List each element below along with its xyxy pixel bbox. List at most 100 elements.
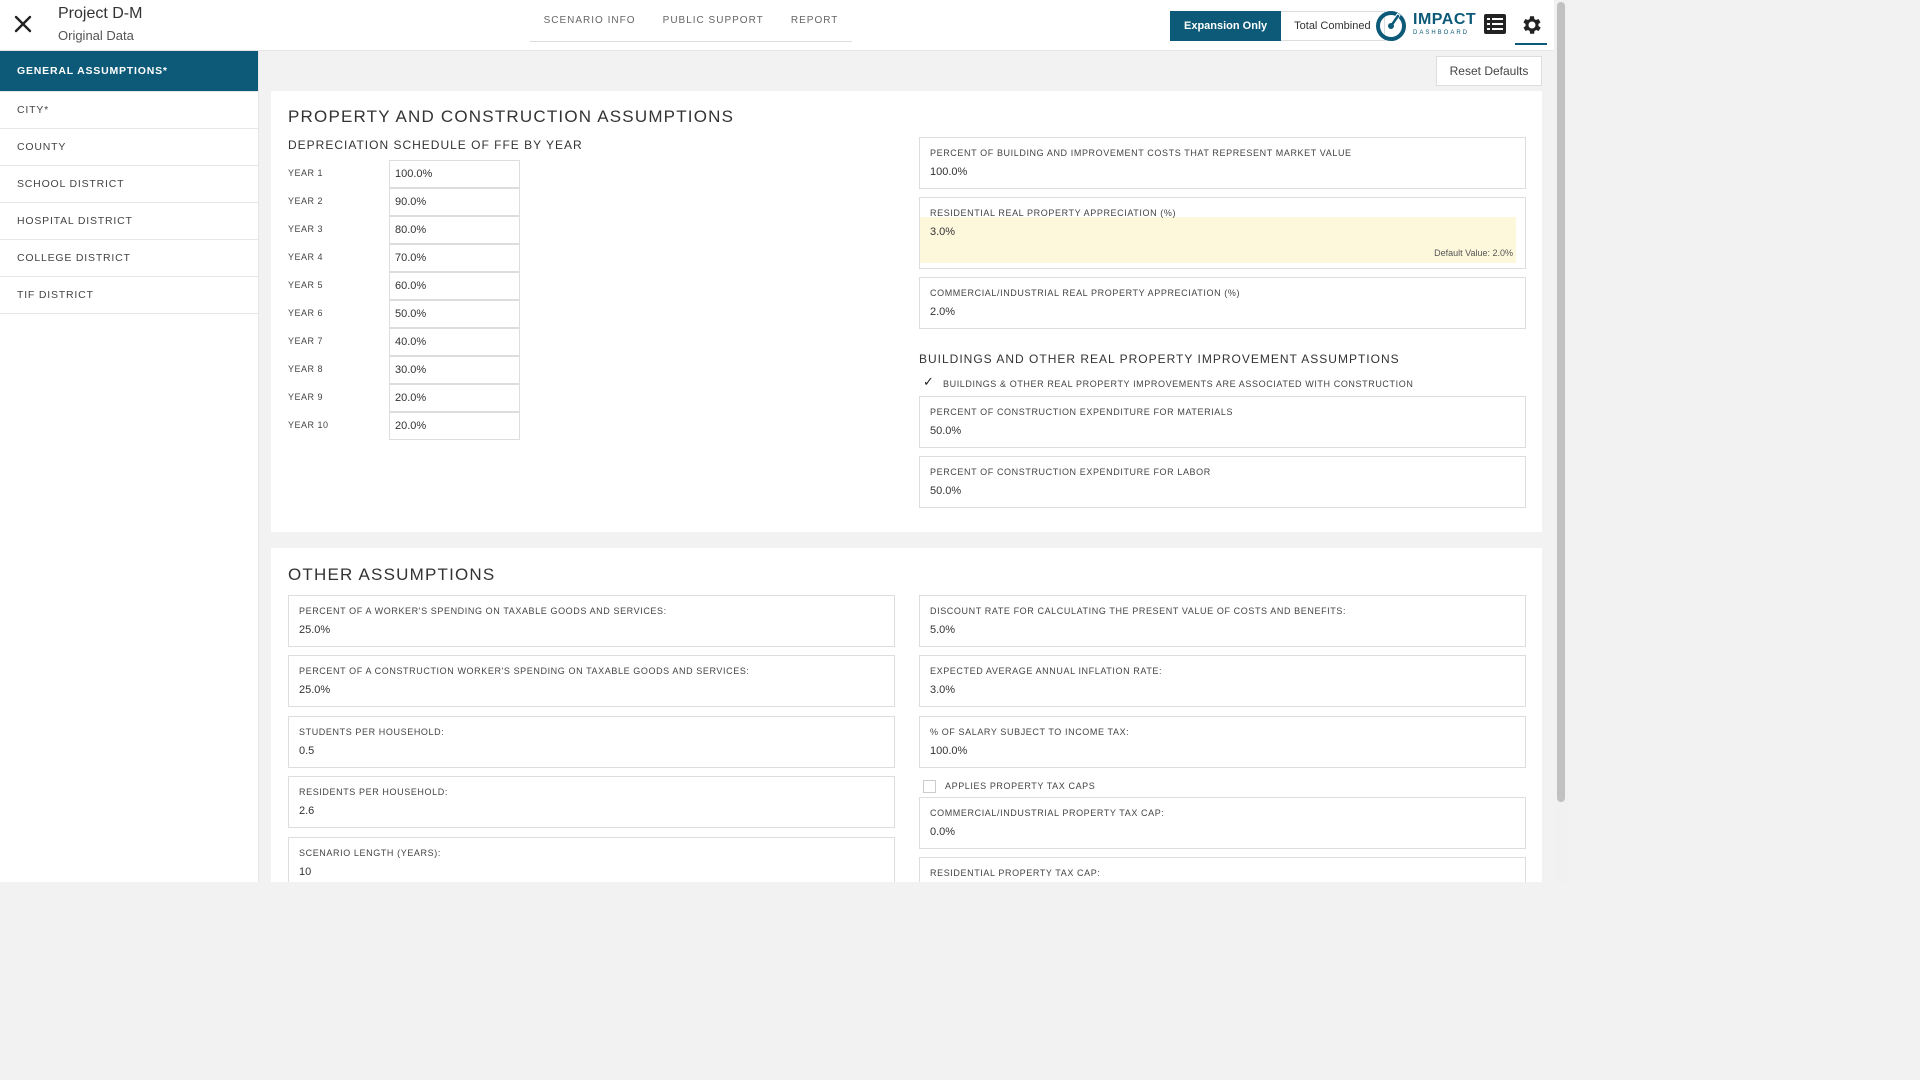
view-toggle: Expansion Only Total Combined (1170, 11, 1385, 41)
project-title: Project D-M (58, 5, 143, 22)
year-4-input[interactable]: 70.0% (389, 244, 520, 272)
market-value-field[interactable]: PERCENT OF BUILDING AND IMPROVEMENT COST… (919, 137, 1526, 189)
commercial-appreciation-field[interactable]: COMMERCIAL/INDUSTRIAL REAL PROPERTY APPR… (919, 277, 1526, 329)
field-value[interactable]: 100.0% (930, 166, 967, 178)
field-value[interactable]: 10 (299, 866, 311, 878)
sidebar-item-county[interactable]: COUNTY (0, 129, 258, 166)
year-5-label: YEAR 5 (288, 280, 324, 290)
scrollbar-thumb[interactable] (1557, 2, 1565, 802)
year-2-input[interactable]: 90.0% (389, 188, 520, 216)
tax-caps-checkbox-row[interactable]: APPLIES PROPERTY TAX CAPS (923, 780, 1095, 793)
year-10-label: YEAR 10 (288, 420, 329, 430)
impact-dashboard-logo: IMPACT DASHBOARD (1375, 9, 1477, 43)
unchecked-checkbox[interactable] (923, 780, 936, 793)
year-3-label: YEAR 3 (288, 224, 324, 234)
buildings-title: BUILDINGS AND OTHER REAL PROPERTY IMPROV… (919, 352, 1400, 366)
other-section-title: OTHER ASSUMPTIONS (288, 565, 496, 584)
sidebar-item-city[interactable]: CITY* (0, 92, 258, 129)
buildings-checkbox-row[interactable]: ✓ BUILDINGS & OTHER REAL PROPERTY IMPROVE… (923, 374, 1414, 390)
settings-active-indicator (1515, 43, 1547, 45)
residential-appreciation-field[interactable]: RESIDENTIAL REAL PROPERTY APPRECIATION (… (919, 197, 1526, 269)
field-label: RESIDENTIAL REAL PROPERTY APPRECIATION (… (930, 208, 1177, 218)
logo-subtext: DASHBOARD (1413, 30, 1470, 36)
field-value[interactable]: 50.0% (930, 485, 961, 497)
year-8-input[interactable]: 30.0% (389, 356, 520, 384)
sidebar-item-college-district[interactable]: COLLEGE DISTRICT (0, 240, 258, 277)
property-section-title: PROPERTY AND CONSTRUCTION ASSUMPTIONS (288, 107, 735, 126)
year-9-label: YEAR 9 (288, 392, 324, 402)
year-1-label: YEAR 1 (288, 168, 324, 178)
construction-worker-spending-field[interactable]: PERCENT OF A CONSTRUCTION WORKER'S SPEND… (288, 655, 895, 707)
list-icon[interactable] (1484, 14, 1506, 34)
field-value[interactable]: 50.0% (930, 425, 961, 437)
nav-scenario-info[interactable]: SCENARIO INFO (544, 15, 636, 26)
changed-value-highlight (920, 217, 1516, 263)
year-2-label: YEAR 2 (288, 196, 324, 206)
year-5-input[interactable]: 60.0% (389, 272, 520, 300)
year-8-label: YEAR 8 (288, 364, 324, 374)
worker-spending-field[interactable]: PERCENT OF A WORKER'S SPENDING ON TAXABL… (288, 595, 895, 647)
field-label: EXPECTED AVERAGE ANNUAL INFLATION RATE: (930, 666, 1163, 676)
field-label: COMMERCIAL/INDUSTRIAL REAL PROPERTY APPR… (930, 288, 1241, 298)
field-value[interactable]: 3.0% (930, 226, 955, 238)
gear-icon[interactable] (1519, 13, 1543, 37)
field-label: PERCENT OF CONSTRUCTION EXPENDITURE FOR … (930, 407, 1234, 417)
field-value[interactable]: 0.0% (930, 826, 955, 838)
year-9-input[interactable]: 20.0% (389, 384, 520, 412)
depreciation-title: DEPRECIATION SCHEDULE OF FFE BY YEAR (288, 138, 583, 152)
default-value-note: Default Value: 2.0% (1434, 248, 1513, 258)
year-10-input[interactable]: 20.0% (389, 412, 520, 440)
check-icon: ✓ (923, 374, 935, 390)
field-label: RESIDENTS PER HOUSEHOLD: (299, 787, 448, 797)
field-value[interactable]: 5.0% (930, 624, 955, 636)
sidebar: GENERAL ASSUMPTIONS* CITY* COUNTY SCHOOL… (0, 51, 259, 882)
residential-tax-cap-field[interactable]: RESIDENTIAL PROPERTY TAX CAP: (919, 857, 1526, 882)
year-6-label: YEAR 6 (288, 308, 324, 318)
year-6-input[interactable]: 50.0% (389, 300, 520, 328)
year-1-input[interactable]: 100.0% (389, 160, 520, 188)
field-value[interactable]: 3.0% (930, 684, 955, 696)
field-label: COMMERCIAL/INDUSTRIAL PROPERTY TAX CAP: (930, 808, 1165, 818)
residents-per-household-field[interactable]: RESIDENTS PER HOUSEHOLD: 2.6 (288, 776, 895, 828)
total-combined-button[interactable]: Total Combined (1281, 11, 1385, 41)
field-value[interactable]: 100.0% (930, 745, 967, 757)
sidebar-item-tif-district[interactable]: TIF DISTRICT (0, 277, 258, 314)
inflation-rate-field[interactable]: EXPECTED AVERAGE ANNUAL INFLATION RATE: … (919, 655, 1526, 707)
field-value[interactable]: 0.5 (299, 745, 314, 757)
field-value[interactable]: 25.0% (299, 624, 330, 636)
nav-public-support[interactable]: PUBLIC SUPPORT (663, 15, 764, 26)
scrollbar[interactable] (1554, 0, 1568, 882)
year-7-label: YEAR 7 (288, 336, 324, 346)
reset-defaults-button[interactable]: Reset Defaults (1436, 56, 1542, 86)
sidebar-item-hospital-district[interactable]: HOSPITAL DISTRICT (0, 203, 258, 240)
field-value[interactable]: 2.0% (930, 306, 955, 318)
expansion-only-button[interactable]: Expansion Only (1170, 11, 1282, 41)
materials-field[interactable]: PERCENT OF CONSTRUCTION EXPENDITURE FOR … (919, 396, 1526, 448)
year-3-input[interactable]: 80.0% (389, 216, 520, 244)
discount-rate-field[interactable]: DISCOUNT RATE FOR CALCULATING THE PRESEN… (919, 595, 1526, 647)
field-label: STUDENTS PER HOUSEHOLD: (299, 727, 445, 737)
top-header: Project D-M Original Data SCENARIO INFO … (0, 0, 1554, 51)
scenario-length-field[interactable]: SCENARIO LENGTH (YEARS): 10 (288, 837, 895, 882)
top-nav: SCENARIO INFO PUBLIC SUPPORT REPORT (530, 0, 852, 42)
nav-report[interactable]: REPORT (791, 15, 839, 26)
field-label: PERCENT OF A CONSTRUCTION WORKER'S SPEND… (299, 666, 750, 676)
salary-income-tax-field[interactable]: % OF SALARY SUBJECT TO INCOME TAX: 100.0… (919, 716, 1526, 768)
sidebar-item-general-assumptions[interactable]: GENERAL ASSUMPTIONS* (0, 51, 258, 92)
sidebar-item-school-district[interactable]: SCHOOL DISTRICT (0, 166, 258, 203)
labor-field[interactable]: PERCENT OF CONSTRUCTION EXPENDITURE FOR … (919, 456, 1526, 508)
students-per-household-field[interactable]: STUDENTS PER HOUSEHOLD: 0.5 (288, 716, 895, 768)
close-icon[interactable] (12, 13, 34, 35)
field-label: RESIDENTIAL PROPERTY TAX CAP: (930, 868, 1101, 878)
field-label: % OF SALARY SUBJECT TO INCOME TAX: (930, 727, 1130, 737)
field-value[interactable]: 25.0% (299, 684, 330, 696)
year-7-input[interactable]: 40.0% (389, 328, 520, 356)
logo-text: IMPACT (1413, 11, 1477, 28)
field-label: SCENARIO LENGTH (YEARS): (299, 848, 441, 858)
commercial-tax-cap-field[interactable]: COMMERCIAL/INDUSTRIAL PROPERTY TAX CAP: … (919, 797, 1526, 849)
field-label: PERCENT OF CONSTRUCTION EXPENDITURE FOR … (930, 467, 1211, 477)
gauge-logo-icon (1376, 11, 1406, 41)
buildings-checkbox-label: BUILDINGS & OTHER REAL PROPERTY IMPROVEM… (943, 379, 1414, 389)
checked-checkbox[interactable]: ✓ (923, 374, 934, 390)
field-value[interactable]: 2.6 (299, 805, 314, 817)
